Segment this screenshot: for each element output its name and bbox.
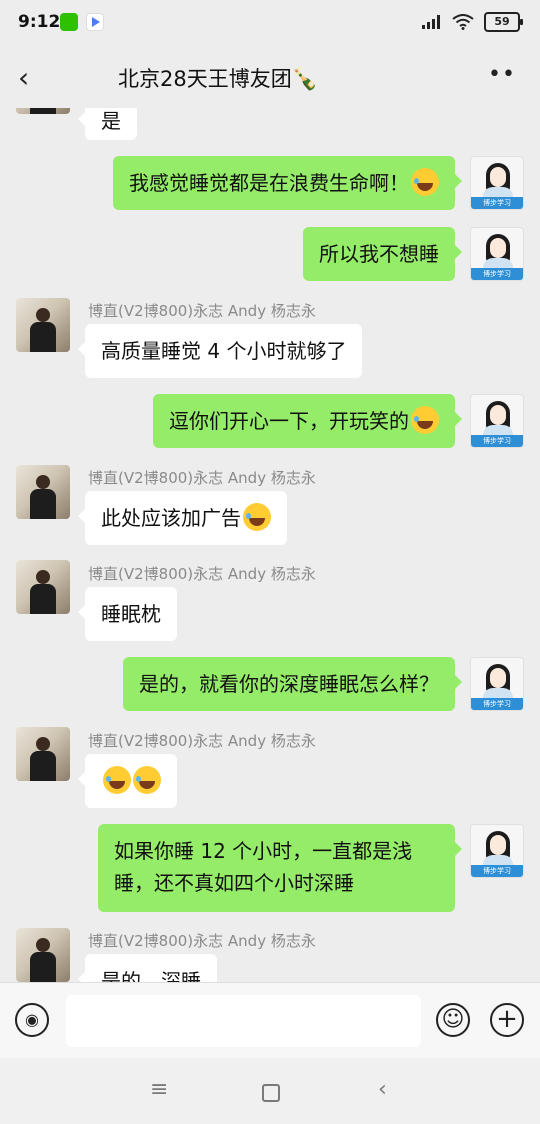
voice-input-icon[interactable]: ◉ <box>15 1003 49 1037</box>
sender-name: 博直(V2博800)永志 Andy 杨志永 <box>88 732 316 750</box>
message-text: 是的，就看你的深度睡眠怎么样？ <box>139 672 439 696</box>
message-bubble-outgoing[interactable]: 我感觉睡觉都是在浪费生命啊！ <box>113 156 462 210</box>
message-bubble-incoming[interactable]: 是 <box>78 108 137 140</box>
laughing-crying-emoji-icon <box>411 406 439 434</box>
message-text: 是的，深睡 <box>101 969 201 982</box>
plus-icon[interactable]: + <box>490 1003 524 1037</box>
message-bubble-outgoing[interactable]: 所以我不想睡 <box>303 227 462 281</box>
message-bubble-incoming[interactable] <box>78 754 177 808</box>
play-app-icon <box>86 13 104 31</box>
wifi-icon <box>452 14 474 30</box>
message-text: 是 <box>101 109 121 133</box>
message-text: 所以我不想睡 <box>319 242 439 266</box>
message-bubble-incoming[interactable]: 睡眠枕 <box>78 587 177 641</box>
chat-header: ‹ 北京28天王博友团🍾 •• <box>0 46 540 108</box>
message-bubble-outgoing[interactable]: 如果你睡 12 个小时，一直都是浅睡，还不真如四个小时深睡 <box>98 824 462 912</box>
avatar[interactable] <box>16 108 70 114</box>
avatar[interactable] <box>16 298 70 352</box>
laughing-crying-emoji-icon <box>133 766 161 794</box>
sender-name: 博直(V2博800)永志 Andy 杨志永 <box>88 302 316 320</box>
message-bubble-outgoing[interactable]: 逗你们开心一下，开玩笑的 <box>153 394 462 448</box>
avatar[interactable]: 博步学习 <box>470 657 524 711</box>
input-bar: ◉ ☺ + <box>0 982 540 1058</box>
laughing-crying-emoji-icon <box>103 766 131 794</box>
message-text: 我感觉睡觉都是在浪费生命啊！ <box>129 171 409 195</box>
message-list[interactable]: 是 我感觉睡觉都是在浪费生命啊！ 博步学习 所以我不想睡 博步学习 博直(V2博… <box>0 108 540 982</box>
message-input[interactable] <box>66 995 421 1047</box>
status-time: 9:12 <box>18 12 61 32</box>
message-bubble-outgoing[interactable]: 是的，就看你的深度睡眠怎么样？ <box>123 657 462 711</box>
menu-icon[interactable]: ≡ <box>150 1078 168 1102</box>
avatar-tag: 博步学习 <box>471 698 523 710</box>
avatar[interactable]: 博步学习 <box>470 824 524 878</box>
avatar[interactable] <box>16 928 70 982</box>
avatar[interactable] <box>16 727 70 781</box>
status-bar: 9:12 59 <box>0 0 540 46</box>
back-nav-icon[interactable]: ‹ <box>378 1078 387 1102</box>
home-icon[interactable] <box>262 1084 280 1102</box>
message-text: 高质量睡觉 4 个小时就够了 <box>101 339 347 363</box>
laughing-crying-emoji-icon <box>243 503 271 531</box>
sender-name: 博直(V2博800)永志 Andy 杨志永 <box>88 469 316 487</box>
message-bubble-incoming[interactable]: 是的，深睡 <box>78 954 217 982</box>
avatar[interactable]: 博步学习 <box>470 227 524 281</box>
avatar-tag: 博步学习 <box>471 197 523 209</box>
chat-title: 北京28天王博友团🍾 <box>118 67 318 91</box>
sender-name: 博直(V2博800)永志 Andy 杨志永 <box>88 932 316 950</box>
message-bubble-incoming[interactable]: 高质量睡觉 4 个小时就够了 <box>77 324 363 378</box>
emoji-icon[interactable]: ☺ <box>436 1003 470 1037</box>
sender-name: 博直(V2博800)永志 Andy 杨志永 <box>88 565 316 583</box>
wechat-app-icon <box>60 13 78 31</box>
system-nav-bar: ≡ ‹ <box>0 1058 540 1124</box>
laughing-crying-emoji-icon <box>411 168 439 196</box>
signal-icon <box>422 15 440 29</box>
avatar-tag: 博步学习 <box>471 435 523 447</box>
message-text: 如果你睡 12 个小时，一直都是浅睡，还不真如四个小时深睡 <box>114 839 413 895</box>
avatar[interactable] <box>16 560 70 614</box>
message-text: 此处应该加广告 <box>101 506 241 530</box>
more-options-icon[interactable]: •• <box>488 62 516 87</box>
message-text: 睡眠枕 <box>101 602 161 626</box>
avatar[interactable] <box>16 465 70 519</box>
message-bubble-incoming[interactable]: 此处应该加广告 <box>78 491 287 545</box>
back-icon[interactable]: ‹ <box>18 64 29 92</box>
avatar-tag: 博步学习 <box>471 268 523 280</box>
battery-icon: 59 <box>484 12 523 32</box>
message-text: 逗你们开心一下，开玩笑的 <box>169 409 409 433</box>
avatar[interactable]: 博步学习 <box>470 394 524 448</box>
avatar-tag: 博步学习 <box>471 865 523 877</box>
avatar[interactable]: 博步学习 <box>470 156 524 210</box>
